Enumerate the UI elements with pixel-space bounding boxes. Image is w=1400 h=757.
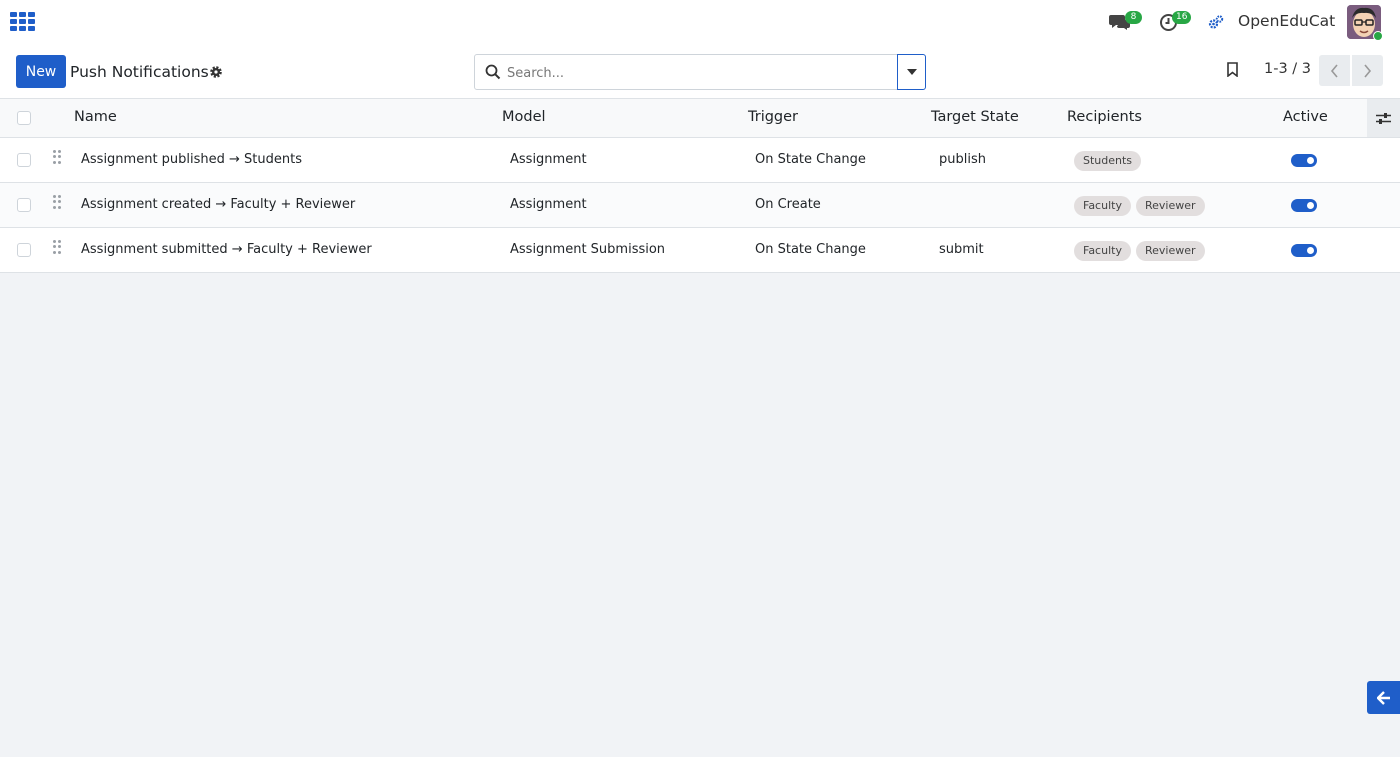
active-toggle[interactable] [1291,244,1317,257]
optional-columns-toggle[interactable] [1367,99,1400,137]
cell-name: Assignment created → Faculty + Reviewer [81,197,356,212]
recipient-tag: Faculty [1074,241,1131,261]
table-header: Name Model Trigger Target State Recipien… [0,99,1400,138]
cell-name: Assignment published → Students [81,152,303,167]
search-input[interactable] [507,63,887,83]
active-toggle[interactable] [1291,199,1317,212]
cell-recipients: Faculty Reviewer [1074,241,1205,261]
row-checkbox[interactable] [17,198,31,212]
cell-recipients: Faculty Reviewer [1074,196,1205,216]
chevron-left-icon [1330,63,1338,78]
drag-handle-icon[interactable] [53,195,61,209]
cell-recipients: Students [1074,151,1142,171]
recipient-tag: Reviewer [1135,241,1205,261]
search-box [474,54,899,90]
cell-trigger: On Create [755,197,821,212]
gear-icon[interactable] [209,64,223,83]
cell-target-state: submit [939,242,984,257]
column-header-active[interactable]: Active [1283,109,1328,125]
active-toggle[interactable] [1291,154,1317,167]
cell-trigger: On State Change [755,152,866,167]
table-row[interactable]: Assignment published → Students Assignme… [0,138,1400,183]
select-all-checkbox[interactable] [17,111,31,125]
row-checkbox[interactable] [17,153,31,167]
sliders-icon [1376,112,1391,124]
search-options-toggle[interactable] [897,54,926,90]
drag-handle-icon[interactable] [53,240,61,254]
caret-down-icon [906,69,917,75]
cell-model: Assignment Submission [510,242,666,257]
company-settings-icon[interactable] [1208,15,1224,34]
new-button[interactable]: New [16,55,66,88]
column-header-trigger[interactable]: Trigger [748,109,798,125]
messages-badge: 8 [1125,11,1142,24]
online-status-dot [1373,31,1383,41]
drag-handle-icon[interactable] [53,150,61,164]
pager-value[interactable]: 1-3 / 3 [1264,61,1311,77]
activities-badge: 16 [1172,11,1192,24]
chevron-right-icon [1364,63,1372,78]
app-menu-icon[interactable] [10,12,36,32]
cell-target-state: publish [939,152,986,167]
cell-name: Assignment submitted → Faculty + Reviewe… [81,242,372,257]
table-row[interactable]: Assignment created → Faculty + Reviewer … [0,183,1400,228]
cell-model: Assignment [510,152,587,167]
column-header-target-state[interactable]: Target State [931,109,1019,125]
arrow-left-icon [1376,690,1390,705]
recipient-tag: Students [1074,151,1142,171]
table-row[interactable]: Assignment submitted → Faculty + Reviewe… [0,228,1400,273]
pager-previous-button[interactable] [1319,55,1350,86]
row-checkbox[interactable] [17,243,31,257]
control-panel: New Push Notifications 1-3 / 3 [0,44,1400,99]
page-title: Push Notifications [70,63,209,81]
column-header-model[interactable]: Model [502,109,546,125]
column-header-recipients[interactable]: Recipients [1067,109,1142,125]
recipient-tag: Faculty [1074,196,1131,216]
bookmark-icon[interactable] [1226,62,1239,81]
company-name[interactable]: OpenEduCat [1238,12,1335,30]
pager-next-button[interactable] [1352,55,1383,86]
notifications-list: Name Model Trigger Target State Recipien… [0,99,1400,273]
search-icon [485,64,501,84]
cell-trigger: On State Change [755,242,866,257]
cell-model: Assignment [510,197,587,212]
column-header-name[interactable]: Name [74,109,117,125]
sidebar-toggle-button[interactable] [1367,681,1400,714]
top-navbar: 8 16 OpenEduCat [0,0,1400,44]
recipient-tag: Reviewer [1135,196,1205,216]
